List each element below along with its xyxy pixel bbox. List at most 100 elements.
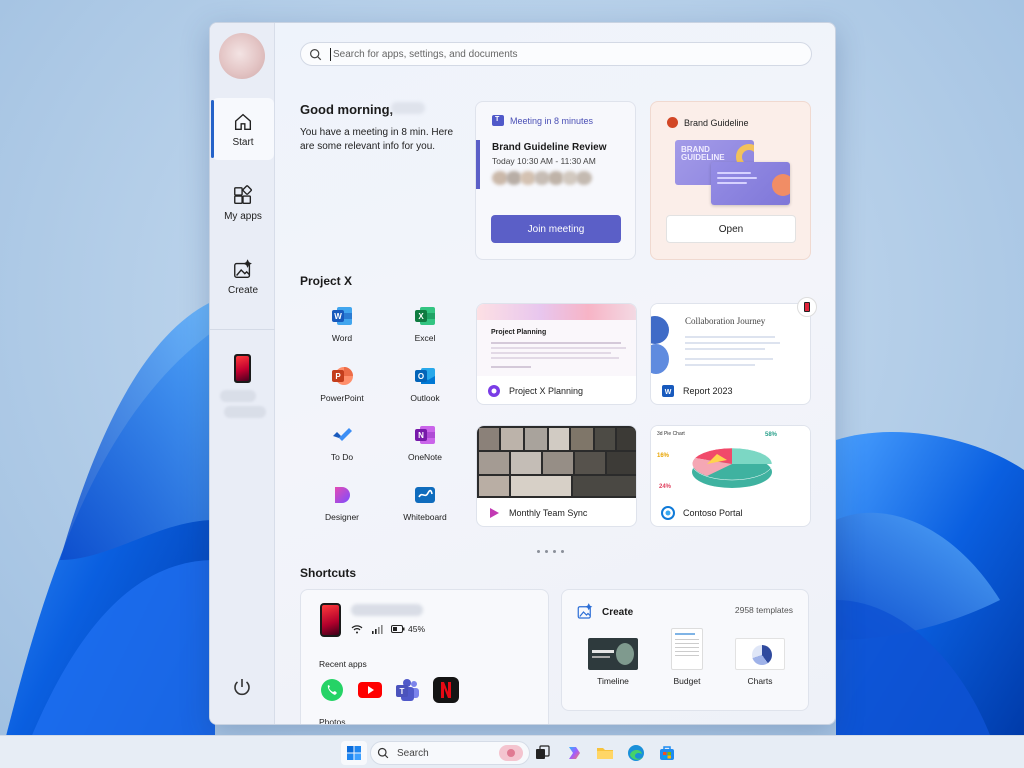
battery-icon [391, 625, 405, 633]
rail-item-my-apps[interactable]: My apps [212, 172, 274, 234]
template-thumbnail [588, 638, 638, 670]
phone-link-card[interactable]: 45% Recent apps T Photos [300, 589, 549, 725]
create-card[interactable]: Create 2958 templates Timeline Budget Ch… [561, 589, 809, 711]
search-icon [310, 48, 322, 60]
app-word[interactable]: W Word [301, 305, 383, 343]
attendee-avatars [492, 171, 598, 185]
file-thumbnail: Project Planning [477, 304, 636, 376]
app-label: Excel [414, 333, 436, 343]
start-button[interactable] [341, 741, 367, 765]
taskbar-search[interactable]: Search [370, 741, 530, 765]
netflix-icon[interactable] [433, 677, 459, 703]
thumbnail-title: 3d Pie Chart [657, 431, 685, 437]
start-menu: Start My apps Create Search for apps, se… [209, 22, 836, 725]
battery-level: 45% [408, 624, 426, 634]
file-explorer-icon[interactable] [595, 743, 615, 763]
copilot-icon[interactable] [564, 743, 584, 763]
slide-thumbnail [711, 162, 790, 205]
file-name: Contoso Portal [683, 508, 743, 518]
meeting-badge: Meeting in 8 minutes [492, 115, 593, 126]
file-card-report-2023[interactable]: Collaboration Journey W Report 2023 [650, 303, 811, 405]
app-todo[interactable]: To Do [301, 424, 383, 462]
rail-divider [210, 329, 275, 330]
app-whiteboard[interactable]: Whiteboard [384, 484, 466, 522]
whiteboard-icon [415, 487, 435, 503]
task-view-icon[interactable] [532, 743, 552, 763]
apps-grid-icon [234, 184, 252, 204]
word-icon: W [662, 385, 674, 397]
template-timeline[interactable]: Timeline [583, 638, 643, 686]
stream-icon [490, 508, 499, 518]
file-name: Monthly Team Sync [509, 508, 588, 518]
template-charts[interactable]: Charts [730, 638, 790, 686]
file-card-monthly-team-sync[interactable]: Monthly Team Sync [476, 425, 637, 527]
app-label: Outlook [410, 393, 440, 403]
phone-icon[interactable] [234, 354, 251, 383]
phone-status-redacted [224, 406, 266, 418]
search-input[interactable] [333, 48, 793, 60]
user-name-redacted [391, 102, 425, 114]
search-icon [377, 747, 389, 759]
value-label: 16% [657, 453, 670, 459]
template-label: Charts [747, 676, 773, 686]
app-label: Whiteboard [403, 512, 447, 522]
whatsapp-icon[interactable] [319, 677, 345, 703]
template-thumbnail [735, 638, 785, 670]
teams-icon[interactable]: T [395, 677, 421, 703]
edge-icon[interactable] [626, 743, 646, 763]
search-highlight-icon [499, 745, 523, 761]
rail-item-create[interactable]: Create [212, 246, 274, 308]
nav-rail: Start My apps Create [210, 23, 275, 724]
taskbar: Search [0, 735, 1024, 768]
greeting-title: Good morning, [300, 102, 394, 117]
app-label: Word [331, 333, 353, 343]
avatar[interactable] [219, 33, 265, 79]
project-title: Project X [300, 274, 353, 288]
template-count: 2958 templates [734, 605, 793, 615]
join-meeting-button[interactable]: Join meeting [491, 215, 621, 243]
contoso-portal-icon [661, 506, 675, 520]
page-indicator[interactable] [537, 550, 564, 553]
file-card-project-planning[interactable]: Project Planning Project X Planning [476, 303, 637, 405]
rail-item-label: Start [232, 136, 254, 148]
open-button[interactable]: Open [666, 215, 796, 243]
template-budget[interactable]: Budget [657, 628, 717, 686]
app-outlook[interactable]: O Outlook [384, 365, 466, 403]
brand-guideline-card[interactable]: Brand Guideline BRAND GUIDELINE Open [650, 101, 811, 260]
power-icon[interactable] [230, 675, 254, 699]
file-card-contoso-portal[interactable]: 3d Pie Chart 58% 16% 24% Contoso Portal [650, 425, 811, 527]
thumbnail-title: Collaboration Journey [685, 316, 766, 326]
search-box[interactable] [300, 42, 812, 66]
youtube-icon[interactable] [357, 677, 383, 703]
file-thumbnail [477, 426, 636, 498]
brand-card-title: Brand Guideline [684, 117, 749, 128]
app-label: PowerPoint [320, 393, 364, 403]
app-designer[interactable]: Designer [301, 484, 383, 522]
app-powerpoint[interactable]: P PowerPoint [301, 365, 383, 403]
svg-text:O: O [418, 372, 424, 381]
recent-apps-label: Recent apps [319, 659, 367, 669]
svg-text:W: W [665, 389, 672, 396]
rail-item-start[interactable]: Start [211, 98, 274, 160]
microsoft-store-icon[interactable] [657, 743, 677, 763]
meeting-time: Today 10:30 AM - 11:30 AM [492, 156, 596, 166]
designer-icon [335, 487, 350, 503]
app-onenote[interactable]: N OneNote [384, 424, 466, 462]
meeting-card[interactable]: Meeting in 8 minutes Brand Guideline Rev… [475, 101, 636, 260]
pie-chart-graphic [691, 447, 773, 488]
file-thumbnail: Collaboration Journey [651, 304, 810, 376]
phone-icon [804, 302, 810, 312]
phone-badge [797, 297, 817, 317]
todo-icon [333, 428, 352, 441]
svg-text:N: N [418, 431, 424, 440]
file-name: Report 2023 [683, 386, 733, 396]
svg-text:W: W [334, 312, 342, 321]
phone-status: 45% [351, 624, 425, 634]
app-excel[interactable]: X Excel [384, 305, 466, 343]
svg-text:T: T [400, 687, 405, 696]
create-image-icon [234, 258, 252, 278]
photos-label: Photos [319, 717, 346, 725]
create-title: Create [602, 606, 634, 618]
template-label: Budget [673, 676, 701, 686]
meeting-title: Brand Guideline Review [492, 142, 607, 153]
